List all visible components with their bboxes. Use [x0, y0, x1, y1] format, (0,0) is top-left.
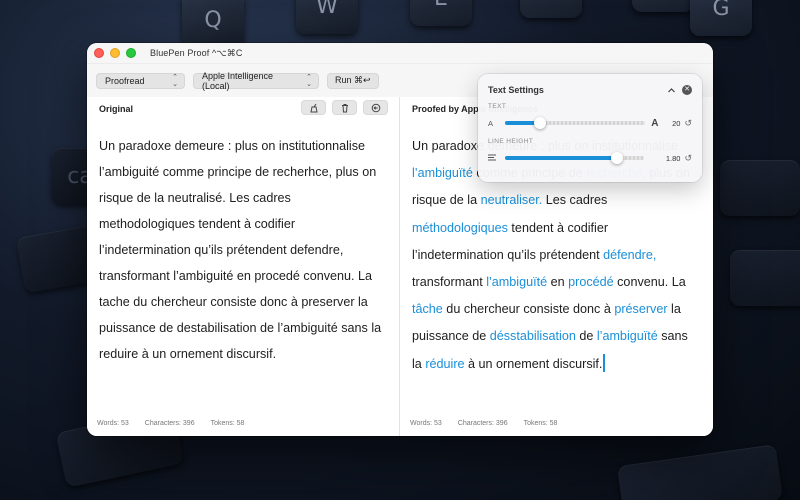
- original-pane-actions: [301, 100, 388, 115]
- chevron-up-icon[interactable]: [667, 86, 676, 95]
- line-height-value: 1.80: [665, 153, 681, 163]
- run-button[interactable]: Run ⌘↩: [327, 72, 379, 89]
- line-height-row: 1.80 ↺: [488, 149, 692, 167]
- keyboard-key: T: [632, 0, 694, 12]
- token-count: Tokens: 58: [523, 420, 558, 427]
- proofed-stats: Words: 53 Characters: 396 Tokens: 58: [410, 420, 557, 427]
- mode-select[interactable]: Proofread ⌃ ⌄: [96, 72, 185, 89]
- character-count: Characters: 396: [144, 420, 195, 427]
- window-title: BluePen Proof ^⌥⌘C: [150, 47, 243, 58]
- corrected-word[interactable]: l’ambiguïté: [412, 166, 473, 180]
- corrected-word[interactable]: procédé: [568, 275, 614, 289]
- text-section-label: TEXT: [488, 103, 507, 110]
- reset-icon[interactable]: ↺: [684, 153, 692, 164]
- token-count: Tokens: 58: [210, 420, 245, 427]
- line-height-section-label: LINE HEIGHT: [488, 138, 534, 145]
- corrected-word[interactable]: méthodologiques: [412, 221, 508, 235]
- broom-icon: [309, 103, 318, 112]
- word-count: Words: 53: [97, 420, 129, 427]
- original-stats: Words: 53 Characters: 396 Tokens: 58: [97, 420, 244, 427]
- corrected-word[interactable]: préserver: [614, 302, 667, 316]
- font-size-value: 20: [672, 118, 681, 128]
- keyboard-key: [616, 444, 784, 500]
- arrow-circle-icon: [371, 103, 380, 112]
- original-pane-title: Original: [99, 104, 134, 114]
- font-size-slider[interactable]: [505, 117, 646, 129]
- minimize-window-button[interactable]: [110, 48, 120, 58]
- keyboard-key: W: [296, 0, 358, 34]
- model-select-value: Apple Intelligence (Local): [202, 70, 274, 91]
- close-window-button[interactable]: [94, 48, 104, 58]
- clean-button[interactable]: [301, 100, 326, 115]
- line-height-slider-fill: [504, 156, 617, 160]
- font-size-trail: A 20 ↺: [651, 118, 692, 129]
- reset-icon[interactable]: ↺: [684, 118, 692, 129]
- mode-select-value: Proofread: [105, 75, 145, 86]
- word-count: Words: 53: [410, 420, 442, 427]
- text-segment: en: [547, 275, 569, 290]
- chevron-updown-icon: ⌃ ⌄: [306, 73, 312, 88]
- popover-header: Text Settings ✕: [488, 83, 692, 97]
- popover-controls: ✕: [667, 85, 692, 95]
- text-segment: à un ornement discursif.: [464, 356, 603, 371]
- chevron-updown-icon: ⌃ ⌄: [172, 73, 178, 88]
- corrected-word[interactable]: tâche: [412, 302, 443, 316]
- line-height-trail: 1.80 ↺: [650, 153, 692, 164]
- text-segment: de: [575, 329, 597, 344]
- text-segment: Les cadres: [542, 193, 608, 208]
- line-height-slider-thumb[interactable]: [610, 152, 623, 164]
- close-icon[interactable]: ✕: [682, 85, 692, 95]
- large-font-icon: A: [651, 117, 659, 129]
- corrected-word[interactable]: réduire: [425, 357, 464, 371]
- keyboard-key: G: [690, 0, 752, 36]
- corrected-word[interactable]: l’ambiguïté: [486, 275, 547, 289]
- corrected-word[interactable]: neutraliser.: [481, 193, 543, 207]
- text-settings-popover: Text Settings ✕ TEXT A A 20 ↺ LINE HEIGH…: [478, 74, 702, 182]
- popover-title: Text Settings: [488, 85, 544, 95]
- keyboard-key: E: [410, 0, 472, 26]
- text-segment: transformant: [412, 275, 487, 290]
- clear-button[interactable]: [332, 100, 357, 115]
- keyboard-key: R: [520, 0, 582, 18]
- keyboard-key: [720, 160, 800, 216]
- small-font-icon: A: [488, 118, 494, 128]
- line-height-icon: [488, 154, 505, 163]
- zoom-window-button[interactable]: [126, 48, 136, 58]
- original-text[interactable]: Un paradoxe demeure : plus on institutio…: [87, 121, 399, 367]
- original-pane: Original Un paradoxe demeure: plus on i…: [87, 97, 400, 436]
- paste-button[interactable]: [363, 100, 388, 115]
- font-size-slider-thumb[interactable]: [534, 117, 547, 129]
- corrected-word[interactable]: défendre,: [603, 248, 656, 262]
- line-height-slider[interactable]: [504, 152, 645, 164]
- font-size-row: A A 20 ↺: [488, 114, 692, 132]
- text-segment: convenu. La: [613, 275, 686, 290]
- character-count: Characters: 396: [457, 420, 508, 427]
- text-caret: [603, 353, 605, 372]
- keyboard-key: [730, 250, 800, 306]
- corrected-word[interactable]: l’ambiguïté: [597, 329, 658, 343]
- trash-icon: [341, 103, 348, 112]
- keyboard-key: Q: [182, 0, 244, 48]
- corrected-word[interactable]: désstabilisation: [490, 329, 576, 343]
- title-bar: BluePen Proof ^⌥⌘C: [87, 43, 713, 64]
- text-segment: du chercheur consiste donc à: [442, 302, 615, 317]
- model-select[interactable]: Apple Intelligence (Local) ⌃ ⌄: [193, 70, 319, 91]
